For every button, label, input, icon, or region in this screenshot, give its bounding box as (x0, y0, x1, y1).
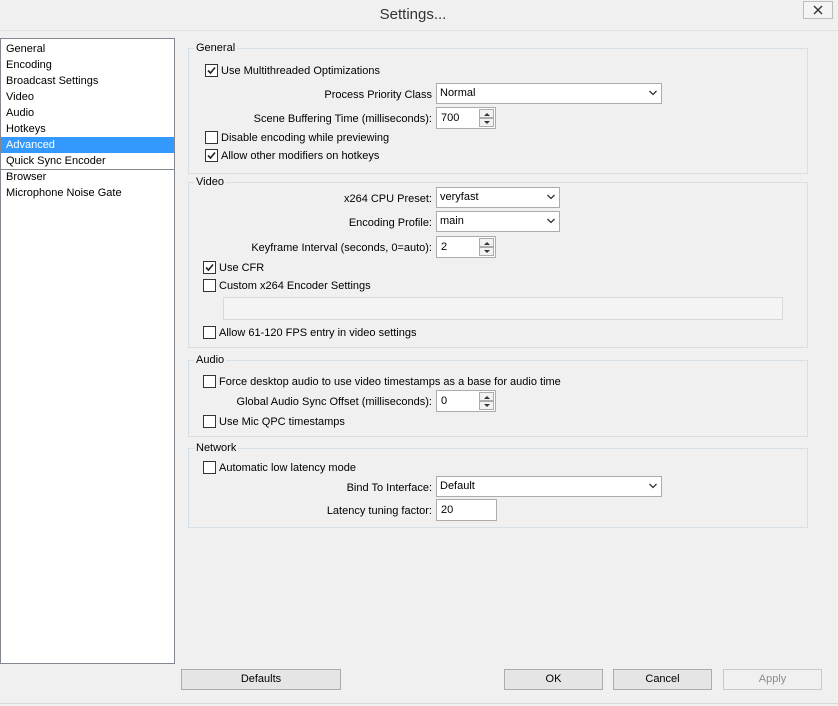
sidebar-item-microphone-noise-gate[interactable]: Microphone Noise Gate (1, 185, 174, 201)
defaults-button[interactable]: Defaults (181, 669, 341, 690)
cancel-button[interactable]: Cancel (613, 669, 712, 690)
chevron-down-icon (547, 218, 555, 224)
priority-select[interactable]: Normal (436, 83, 662, 104)
multithreaded-checkbox[interactable] (205, 64, 218, 77)
cpu-preset-label: x264 CPU Preset: (343, 193, 432, 205)
arrow-up-icon (484, 242, 490, 245)
multithreaded-label: Use Multithreaded Optimizations (221, 65, 380, 77)
allow-fps-label: Allow 61-120 FPS entry in video settings (219, 327, 417, 339)
encoding-profile-select[interactable]: main (436, 211, 560, 232)
checkmark-icon (205, 263, 214, 272)
mic-qpc-label: Use Mic QPC timestamps (219, 416, 345, 428)
arrow-up-icon (484, 113, 490, 116)
sidebar-item-audio[interactable]: Audio (1, 105, 174, 121)
close-button[interactable] (803, 1, 833, 19)
sync-offset-label: Global Audio Sync Offset (milliseconds): (236, 396, 432, 408)
buffering-increment-button[interactable] (479, 109, 494, 118)
apply-button[interactable]: Apply (723, 669, 822, 690)
arrow-down-icon (484, 250, 490, 253)
disable-encoding-checkbox[interactable] (205, 131, 218, 144)
window-title: Settings... (379, 6, 447, 23)
cpu-preset-select[interactable]: veryfast (436, 187, 560, 208)
use-cfr-checkbox[interactable] (203, 261, 216, 274)
sidebar-item-browser[interactable]: Browser (1, 169, 174, 185)
bind-interface-label: Bind To Interface: (346, 482, 432, 494)
encoding-profile-label: Encoding Profile: (348, 217, 432, 229)
keyframe-decrement-button[interactable] (479, 247, 494, 256)
arrow-up-icon (484, 396, 490, 399)
checkmark-icon (207, 151, 216, 160)
use-cfr-label: Use CFR (219, 262, 265, 274)
video-group-title: Video (194, 176, 226, 189)
audio-group-title: Audio (194, 354, 227, 367)
keyframe-value: 2 (441, 241, 448, 253)
general-group-title: General (194, 42, 238, 55)
checkmark-icon (207, 66, 216, 75)
sync-offset-spinbox[interactable]: 0 (436, 390, 496, 412)
custom-x264-label: Custom x264 Encoder Settings (219, 280, 371, 292)
arrow-down-icon (484, 404, 490, 407)
bottom-divider (0, 703, 838, 704)
cpu-preset-value: veryfast (440, 191, 479, 203)
sidebar-item-general[interactable]: General (1, 41, 174, 57)
priority-label: Process Priority Class (324, 89, 432, 101)
allow-modifiers-checkbox[interactable] (205, 149, 218, 162)
sync-offset-decrement-button[interactable] (479, 401, 494, 410)
buffering-value: 700 (441, 112, 460, 124)
mic-qpc-checkbox[interactable] (203, 415, 216, 428)
allow-modifiers-label: Allow other modifiers on hotkeys (221, 150, 380, 162)
ok-button[interactable]: OK (504, 669, 603, 690)
sidebar-item-quick-sync-encoder[interactable]: Quick Sync Encoder (1, 153, 174, 169)
sidebar-item-broadcast-settings[interactable]: Broadcast Settings (1, 73, 174, 89)
sidebar-item-hotkeys[interactable]: Hotkeys (1, 121, 174, 137)
sidebar-item-video[interactable]: Video (1, 89, 174, 105)
buffering-spinbox[interactable]: 700 (436, 107, 496, 129)
settings-sidebar: General Encoding Broadcast Settings Vide… (0, 38, 175, 664)
latency-factor-label: Latency tuning factor: (326, 505, 432, 517)
custom-x264-input[interactable] (223, 297, 783, 320)
bind-interface-select[interactable]: Default (436, 476, 662, 497)
force-desktop-audio-label: Force desktop audio to use video timesta… (219, 376, 561, 388)
title-bar: Settings... (0, 0, 838, 31)
chevron-down-icon (649, 483, 657, 489)
encoding-profile-value: main (440, 215, 464, 227)
latency-factor-value: 20 (441, 504, 454, 516)
chevron-down-icon (547, 194, 555, 200)
custom-x264-checkbox[interactable] (203, 279, 216, 292)
low-latency-label: Automatic low latency mode (219, 462, 356, 474)
keyframe-spinbox[interactable]: 2 (436, 236, 496, 258)
network-group-title: Network (194, 442, 239, 455)
disable-encoding-label: Disable encoding while previewing (221, 132, 390, 144)
latency-factor-input[interactable]: 20 (436, 499, 497, 521)
keyframe-increment-button[interactable] (479, 238, 494, 247)
bind-interface-value: Default (440, 480, 475, 492)
sync-offset-value: 0 (441, 395, 448, 407)
buffering-decrement-button[interactable] (479, 118, 494, 127)
priority-value: Normal (440, 87, 476, 99)
low-latency-checkbox[interactable] (203, 461, 216, 474)
close-icon (813, 5, 823, 15)
buffering-label: Scene Buffering Time (milliseconds): (253, 113, 432, 125)
force-desktop-audio-checkbox[interactable] (203, 375, 216, 388)
keyframe-label: Keyframe Interval (seconds, 0=auto): (251, 242, 432, 254)
sidebar-item-encoding[interactable]: Encoding (1, 57, 174, 73)
arrow-down-icon (484, 121, 490, 124)
allow-fps-checkbox[interactable] (203, 326, 216, 339)
chevron-down-icon (649, 90, 657, 96)
sidebar-item-advanced[interactable]: Advanced (1, 137, 174, 153)
sync-offset-increment-button[interactable] (479, 392, 494, 401)
